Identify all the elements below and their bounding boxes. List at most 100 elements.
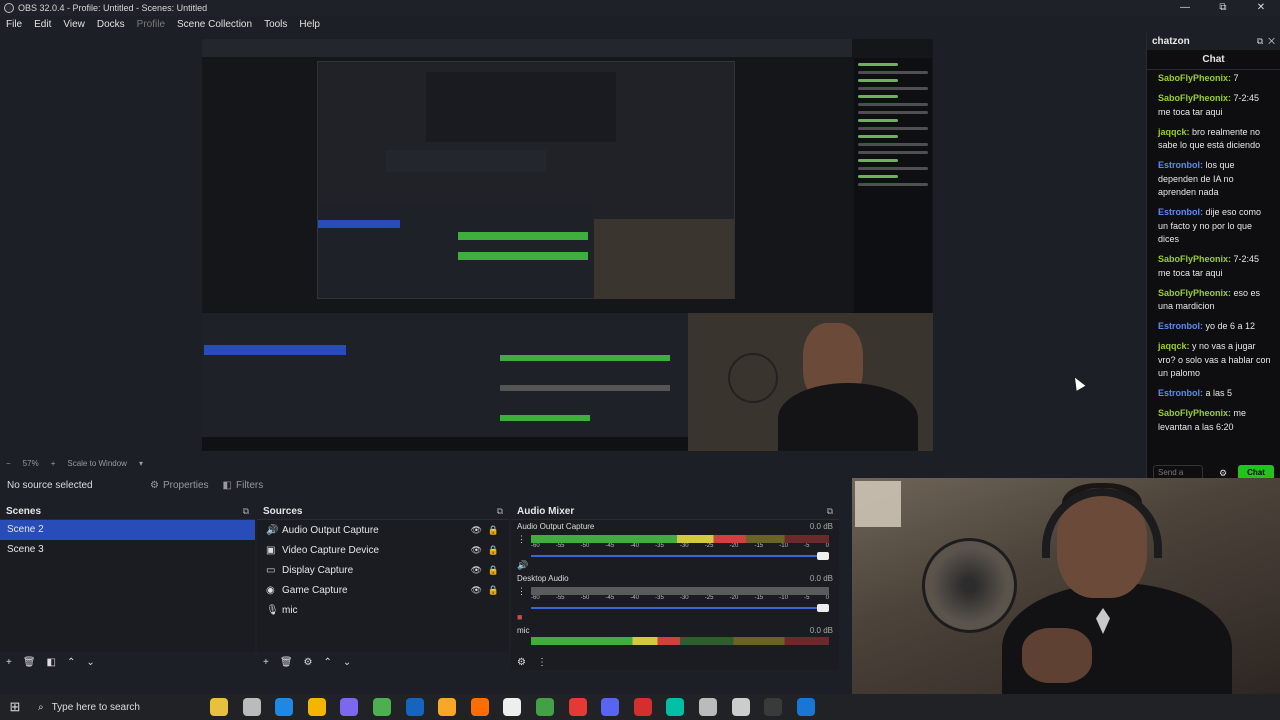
gear-icon[interactable]: ⚙ [304,657,313,668]
taskbar-app-icon[interactable] [405,698,424,716]
menu-docks[interactable]: Docks [97,19,125,30]
add-source-icon[interactable]: + [263,657,269,668]
source-item[interactable]: 🔊 Audio Output Capture 👁 🔒 [257,520,509,540]
taskbar-app-icon[interactable] [601,698,620,716]
filters-button[interactable]: ◧ Filters [223,480,264,491]
lock-icon[interactable]: 🔒 [488,585,499,596]
kebab-menu-icon[interactable]: ⋮ [517,586,526,597]
chat-username[interactable]: SaboFlyPheonix: [1158,93,1231,103]
mixer-channel: Desktop Audio 0.0 dB ⋮ -60 -55 -50 -45 -40 -3… [511,572,839,624]
preview-canvas[interactable] [202,39,933,451]
kebab-menu-icon[interactable]: ⋮ [517,534,526,545]
eye-icon[interactable]: 👁 [471,545,482,556]
source-item[interactable]: ▭ Display Capture 👁 🔒 [257,560,509,580]
taskbar-app-icon[interactable] [764,698,783,716]
chat-username[interactable]: Estronbol: [1158,160,1203,170]
chat-username[interactable]: SaboFlyPheonix: [1158,254,1231,264]
chat-dock-controls: ⧉ ✕ [1257,36,1275,47]
maximize-button[interactable]: ⧉ [1204,0,1242,16]
chat-message: SaboFlyPheonix: 7-2:45 me toca tar aqui [1158,253,1272,280]
menu-edit[interactable]: Edit [34,19,51,30]
taskbar-app-icon[interactable] [666,698,685,716]
taskbar-app-icon[interactable] [210,698,228,716]
menu-view[interactable]: View [63,19,85,30]
chat-username[interactable]: SaboFlyPheonix: [1158,288,1231,298]
undock-icon[interactable]: ⧉ [827,506,833,517]
properties-button[interactable]: ⚙ Properties [150,480,209,491]
slider-knob[interactable] [817,552,829,560]
volume-slider[interactable] [531,604,829,612]
chevron-down-icon[interactable]: ⌄ [343,657,351,668]
eye-icon[interactable]: 👁 [471,585,482,596]
mixer-channel: Audio Output Capture 0.0 dB ⋮ -60 -55 -50-… [511,520,839,572]
chevron-down-icon[interactable]: ▾ [139,459,143,468]
chat-username[interactable]: jaqqck: [1158,341,1190,351]
taskbar-app-icon[interactable] [372,698,391,716]
channel-db: 0.0 dB [809,574,833,583]
zoom-minus-icon[interactable]: − [6,459,11,468]
menu-tools[interactable]: Tools [264,19,287,30]
taskbar-app-icon[interactable] [470,698,489,716]
add-scene-icon[interactable]: + [6,657,12,668]
taskbar-app-icon[interactable] [340,698,359,716]
meter-scale: -60 -55 -50 -45 -40 -35 -30 -25 -20 -15 -10 -5 0 [531,543,829,549]
scale-mode-select[interactable]: Scale to Window [67,459,127,468]
eye-icon[interactable]: 👁 [471,525,482,536]
scene-item[interactable]: Scene 2 [0,520,255,540]
chat-username[interactable]: Estronbol: [1158,321,1203,331]
lock-icon[interactable]: 🔒 [488,525,499,536]
menu-file[interactable]: File [6,19,22,30]
menu-help[interactable]: Help [299,19,320,30]
slider-knob[interactable] [817,604,829,612]
minimize-button[interactable]: — [1166,0,1204,16]
taskbar-app-icon[interactable] [568,698,587,716]
source-item[interactable]: 🎙 mic [257,600,509,620]
menu-profile[interactable]: Profile [137,19,165,30]
chat-username[interactable]: SaboFlyPheonix: [1158,73,1231,83]
taskbar-app-icon[interactable] [796,698,815,716]
filters-label: Filters [236,480,264,491]
taskbar-app-icon[interactable] [275,698,294,716]
taskbar-app-icon[interactable] [731,698,750,716]
chat-username[interactable]: SaboFlyPheonix: [1158,408,1231,418]
close-icon[interactable]: ✕ [1268,36,1275,46]
window-title: OBS 32.0.4 - Profile: Untitled - Scenes:… [18,3,208,13]
kebab-menu-icon[interactable]: ⋮ [537,657,547,668]
source-item[interactable]: ◉ Game Capture 👁 🔒 [257,580,509,600]
taskbar-search[interactable]: ⌕ Type here to search [30,694,200,720]
undock-icon[interactable]: ⧉ [497,506,503,517]
taskbar-app-icon[interactable] [698,698,717,716]
taskbar-app-icon[interactable] [535,698,554,716]
taskbar-app-icon[interactable] [242,698,261,716]
speaker-icon[interactable]: 🔊 [517,560,528,571]
lock-icon[interactable]: 🔒 [488,565,499,576]
close-button[interactable]: ✕ [1242,0,1280,16]
trash-icon[interactable]: 🗑 [280,657,293,668]
taskbar-app-icon[interactable] [438,698,457,716]
filter-icon[interactable]: ◧ [47,657,56,668]
advanced-audio-icon[interactable]: ⚙ [517,657,526,668]
taskbar-app-icon[interactable] [503,698,522,716]
undock-icon[interactable]: ⧉ [1257,36,1263,46]
chat-username[interactable]: jaqqck: [1158,127,1190,137]
preview-area[interactable] [0,32,1146,456]
lock-icon[interactable]: 🔒 [488,545,499,556]
chevron-up-icon[interactable]: ⌃ [324,657,332,668]
volume-slider[interactable] [531,552,829,560]
scene-item[interactable]: Scene 3 [0,540,255,560]
taskbar-app-icon[interactable] [307,698,326,716]
chevron-down-icon[interactable]: ⌄ [86,657,94,668]
source-item[interactable]: ▣ Video Capture Device 👁 🔒 [257,540,509,560]
chat-username[interactable]: Estronbol: [1158,207,1203,217]
undock-icon[interactable]: ⧉ [243,506,249,517]
taskbar-app-icon[interactable] [633,698,652,716]
trash-icon[interactable]: 🗑 [23,657,36,668]
menu-scene-collection[interactable]: Scene Collection [177,19,252,30]
chevron-up-icon[interactable]: ⌃ [67,657,75,668]
chat-username[interactable]: Estronbol: [1158,388,1203,398]
eye-icon[interactable]: 👁 [471,565,482,576]
zoom-plus-icon[interactable]: + [51,459,56,468]
muted-speaker-icon[interactable]: ■ [517,612,522,622]
chat-message: Estronbol: dije eso como un facto y no p… [1158,206,1272,247]
windows-start-icon[interactable]: ⊞ [0,699,30,715]
